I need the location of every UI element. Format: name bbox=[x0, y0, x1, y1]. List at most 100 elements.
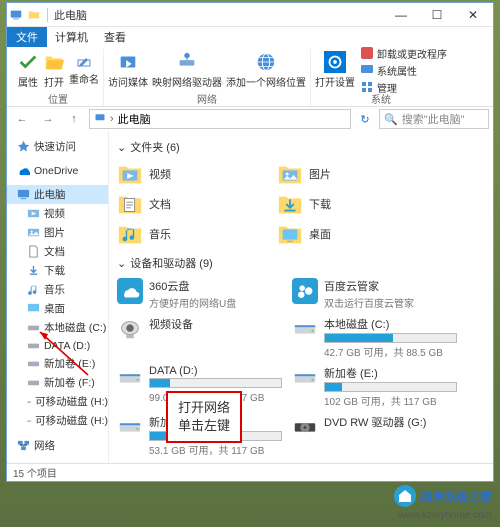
system-props-button[interactable]: 系统属性 bbox=[359, 62, 447, 78]
navigation-pane: 快速访问 OneDrive 此电脑 视频图片文档下载音乐桌面本地磁盘 (C:)D… bbox=[7, 131, 109, 463]
access-media-button[interactable]: 访问媒体 bbox=[108, 51, 148, 89]
menu-computer[interactable]: 计算机 bbox=[47, 29, 96, 45]
uninstall-button[interactable]: 卸载或更改程序 bbox=[359, 45, 447, 61]
sidebar-item[interactable]: 图片 bbox=[7, 223, 108, 242]
sidebar-item[interactable]: 音乐 bbox=[7, 280, 108, 299]
nav-up-button[interactable]: ↑ bbox=[63, 108, 85, 130]
folder-item[interactable]: 视频 bbox=[117, 159, 277, 189]
add-location-button[interactable]: 添加一个网络位置 bbox=[226, 51, 306, 89]
drive-icon bbox=[292, 278, 318, 304]
properties-label: 属性 bbox=[18, 74, 38, 89]
item-icon bbox=[27, 283, 40, 296]
nav-back-button[interactable]: ← bbox=[11, 108, 33, 130]
sidebar-onedrive[interactable]: OneDrive bbox=[7, 162, 108, 179]
close-button[interactable]: ✕ bbox=[455, 4, 491, 26]
sidebar-item[interactable]: 本地磁盘 (C:) bbox=[7, 318, 108, 337]
drive-usage-bar bbox=[324, 382, 457, 392]
sidebar-network[interactable]: 网络 bbox=[7, 436, 108, 455]
drive-item[interactable]: 本地磁盘 (C:)42.7 GB 可用，共 88.5 GB bbox=[292, 313, 457, 362]
sidebar-item-label: 音乐 bbox=[44, 282, 65, 297]
folder-item[interactable]: 音乐 bbox=[117, 219, 277, 249]
section-drives-header[interactable]: ⌄设备和驱动器 (9) bbox=[117, 255, 485, 271]
folder-item[interactable]: 图片 bbox=[277, 159, 437, 189]
drive-item[interactable]: 视频设备 bbox=[117, 313, 282, 362]
star-icon bbox=[17, 140, 30, 153]
uninstall-icon bbox=[359, 45, 375, 61]
onedrive-icon bbox=[17, 164, 30, 177]
map-drive-button[interactable]: 映射网络驱动器 bbox=[152, 51, 222, 89]
open-settings-button[interactable]: 打开设置 bbox=[315, 51, 355, 89]
add-location-label: 添加一个网络位置 bbox=[226, 74, 306, 89]
drive-icon bbox=[117, 278, 143, 304]
titlebar: 此电脑 — ☐ ✕ bbox=[7, 3, 493, 27]
nav-forward-button[interactable]: → bbox=[37, 108, 59, 130]
open-label: 打开 bbox=[44, 74, 64, 89]
drive-item[interactable]: DVD RW 驱动器 (G:) bbox=[292, 411, 457, 460]
sidebar-item[interactable]: DATA (D:) bbox=[7, 337, 108, 354]
folder-item[interactable]: 下载 bbox=[277, 189, 437, 219]
maximize-button[interactable]: ☐ bbox=[419, 4, 455, 26]
folder-icon bbox=[277, 192, 303, 216]
address-field[interactable]: › 此电脑 bbox=[89, 109, 351, 129]
chevron-down-icon: ⌄ bbox=[117, 257, 126, 270]
item-icon bbox=[27, 395, 31, 408]
item-icon bbox=[27, 245, 40, 258]
folder-icon bbox=[277, 222, 303, 246]
folder-item[interactable]: 文档 bbox=[117, 189, 277, 219]
properties-button[interactable]: 属性 bbox=[17, 51, 39, 89]
sidebar-item-label: 图片 bbox=[44, 225, 65, 240]
drive-icon bbox=[117, 316, 143, 342]
sidebar-item[interactable]: 新加卷 (F:) bbox=[7, 373, 108, 392]
sidebar-item[interactable]: 下载 bbox=[7, 261, 108, 280]
rename-button[interactable]: 重命名 bbox=[69, 54, 99, 86]
pc-icon bbox=[17, 188, 30, 201]
item-icon bbox=[27, 357, 40, 370]
sidebar-item-label: 下载 bbox=[44, 263, 65, 278]
sidebar-item[interactable]: 文档 bbox=[7, 242, 108, 261]
section-folders-header[interactable]: ⌄文件夹 (6) bbox=[117, 139, 485, 155]
ribbon-group-location: 属性 打开 重命名 位置 bbox=[13, 49, 104, 106]
folder-name: 音乐 bbox=[149, 226, 171, 242]
item-icon bbox=[27, 226, 40, 239]
drive-icon bbox=[117, 414, 143, 440]
minimize-button[interactable]: — bbox=[383, 4, 419, 26]
sidebar-this-pc[interactable]: 此电脑 bbox=[7, 185, 108, 204]
separator bbox=[47, 8, 48, 22]
open-button[interactable]: 打开 bbox=[43, 51, 65, 89]
sidebar-item[interactable]: 桌面 bbox=[7, 299, 108, 318]
drive-icon bbox=[292, 414, 318, 440]
drive-name: 新加卷 (E:) bbox=[324, 365, 457, 381]
pc-small-icon bbox=[94, 112, 106, 127]
annotation-callout: 打开网络 单击左键 bbox=[166, 391, 242, 443]
item-icon bbox=[27, 376, 40, 389]
drive-item[interactable]: 360云盘方便好用的网络U盘 bbox=[117, 275, 282, 313]
watermark-logo-icon bbox=[394, 485, 416, 507]
folder-name: 文档 bbox=[149, 196, 171, 212]
drive-name: DATA (D:) bbox=[149, 365, 282, 377]
refresh-button[interactable]: ↻ bbox=[355, 109, 375, 129]
window-title: 此电脑 bbox=[54, 7, 87, 23]
folder-small-icon[interactable] bbox=[27, 8, 41, 22]
drive-sub: 双击运行百度云管家 bbox=[324, 295, 457, 310]
item-icon bbox=[27, 264, 40, 277]
status-item-count: 15 个项目 bbox=[13, 465, 57, 480]
sidebar-item[interactable]: 视频 bbox=[7, 204, 108, 223]
sidebar-item[interactable]: 可移动磁盘 (H:) bbox=[7, 411, 108, 430]
drive-item[interactable]: 新加卷 (E:)102 GB 可用，共 117 GB bbox=[292, 362, 457, 411]
folder-icon bbox=[117, 222, 143, 246]
drive-item[interactable]: 可移动磁盘 (H:)0.98 GB 可用，共 7.60 GB bbox=[117, 460, 282, 463]
drive-usage-bar bbox=[324, 333, 457, 343]
callout-line2: 单击左键 bbox=[178, 417, 230, 435]
menu-view[interactable]: 查看 bbox=[96, 29, 134, 45]
drive-sub: 方便好用的网络U盘 bbox=[149, 295, 282, 310]
sidebar-item[interactable]: 新加卷 (E:) bbox=[7, 354, 108, 373]
callout-line1: 打开网络 bbox=[178, 399, 230, 417]
sidebar-quick-access[interactable]: 快速访问 bbox=[7, 137, 108, 156]
folder-icon bbox=[117, 162, 143, 186]
sidebar-item[interactable]: 可移动磁盘 (H:) bbox=[7, 392, 108, 411]
ribbon-group-network: 访问媒体 映射网络驱动器 添加一个网络位置 网络 bbox=[104, 49, 311, 106]
drive-item[interactable]: 百度云管家双击运行百度云管家 bbox=[292, 275, 457, 313]
folder-item[interactable]: 桌面 bbox=[277, 219, 437, 249]
menu-file[interactable]: 文件 bbox=[7, 27, 47, 47]
search-input[interactable]: 🔍 搜索"此电脑" bbox=[379, 109, 489, 129]
